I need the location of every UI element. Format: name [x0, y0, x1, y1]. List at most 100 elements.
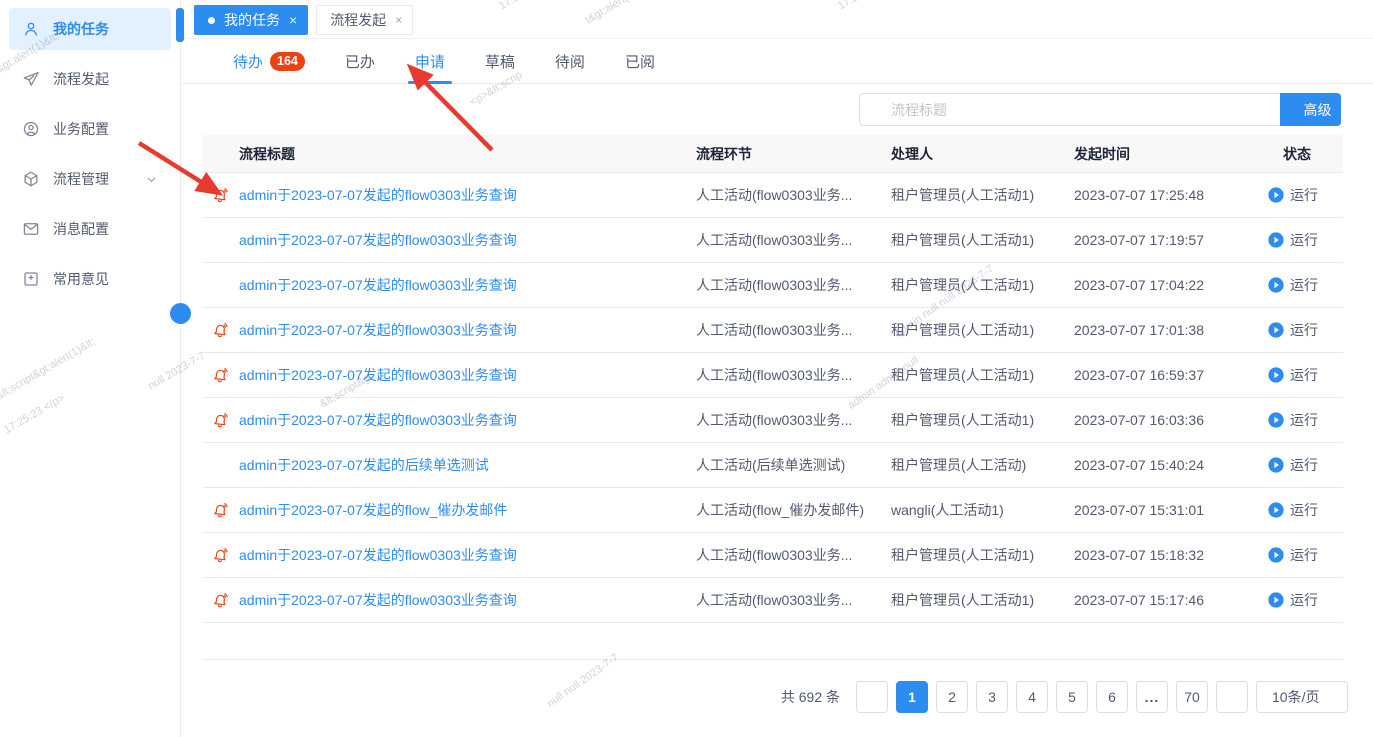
- total-count: 共 692 条: [780, 689, 840, 705]
- page-button[interactable]: 2: [936, 681, 968, 713]
- handler-cell: wangli(人工活动1): [891, 502, 1004, 518]
- badge-count: 164: [270, 51, 305, 71]
- close-icon[interactable]: ×: [395, 14, 402, 26]
- col-header-handler: 处理人: [891, 145, 933, 162]
- page-size-select[interactable]: 10条/页: [1256, 681, 1348, 713]
- chevron-down-icon: [1326, 691, 1338, 703]
- window-tab[interactable]: 我的任务 ×: [194, 5, 309, 35]
- status-label: 运行: [1290, 502, 1318, 518]
- process-title-link[interactable]: admin于2023-07-07发起的flow_催办发邮件: [239, 500, 696, 520]
- table-row: admin于2023-07-07发起的flow0303业务查询 人工活动(flow…: [203, 308, 1343, 353]
- tab-待阅[interactable]: 待阅: [535, 39, 605, 83]
- start-time-cell: 2023-07-07 15:40:24: [1074, 457, 1204, 473]
- ellipsis-button[interactable]: ...: [1136, 681, 1168, 713]
- start-time-cell: 2023-07-07 15:31:01: [1074, 502, 1204, 518]
- status-cell: 运行: [1264, 185, 1343, 205]
- page-button[interactable]: 3: [976, 681, 1008, 713]
- sidebar-collapse-button[interactable]: [170, 303, 191, 324]
- table-footer-divider: [203, 623, 1343, 660]
- chevron-right-icon: [1225, 690, 1239, 704]
- process-title-link[interactable]: admin于2023-07-07发起的flow0303业务查询: [239, 275, 696, 295]
- sidebar-item-label: 流程管理: [53, 171, 109, 187]
- status-cell: 运行: [1264, 410, 1343, 430]
- process-title-link[interactable]: admin于2023-07-07发起的后续单选测试: [239, 455, 696, 475]
- task-table: 流程标题 流程环节 处理人 发起时间 状态 admin于2023-07-07发起…: [203, 135, 1343, 660]
- process-title-link[interactable]: admin于2023-07-07发起的flow0303业务查询: [239, 365, 696, 385]
- window-tab[interactable]: 流程发起 ×: [316, 5, 414, 35]
- sidebar-item-常用意见[interactable]: 常用意见: [9, 258, 171, 300]
- page-button[interactable]: 5: [1056, 681, 1088, 713]
- search-input[interactable]: [891, 101, 1271, 118]
- status-label: 运行: [1290, 232, 1318, 248]
- status-label: 运行: [1290, 322, 1318, 338]
- sidebar-item-流程管理[interactable]: 流程管理: [9, 158, 171, 200]
- close-icon[interactable]: ×: [289, 13, 297, 27]
- sidebar-item-流程发起[interactable]: 流程发起: [9, 58, 171, 100]
- status-label: 运行: [1290, 277, 1318, 293]
- sidebar-item-label: 我的任务: [53, 21, 109, 37]
- page-button[interactable]: 1: [896, 681, 928, 713]
- page-button[interactable]: 4: [1016, 681, 1048, 713]
- send-icon: [22, 70, 40, 88]
- next-page-button[interactable]: [1216, 681, 1248, 713]
- process-title-link[interactable]: admin于2023-07-07发起的flow0303业务查询: [239, 590, 696, 610]
- table-row: admin于2023-07-07发起的flow0303业务查询 人工活动(flow…: [203, 173, 1343, 218]
- bell-icon: [211, 410, 231, 430]
- subtab-bar: 待办 164 已办 申请 草稿 待阅 已阅: [181, 39, 1373, 84]
- process-step-cell: 人工活动(flow0303业务...: [696, 367, 853, 383]
- handler-cell: 租户管理员(人工活动1): [891, 187, 1035, 203]
- tab-草稿[interactable]: 草稿: [465, 39, 535, 83]
- process-title-link[interactable]: admin于2023-07-07发起的flow0303业务查询: [239, 185, 696, 205]
- sidebar-item-业务配置[interactable]: 业务配置: [9, 108, 171, 150]
- play-circle-icon: [1268, 322, 1284, 338]
- status-cell: 运行: [1264, 455, 1343, 475]
- bell-cell: [203, 366, 239, 384]
- sidebar-item-我的任务[interactable]: 我的任务: [9, 8, 171, 50]
- sidebar-item-label: 业务配置: [53, 121, 109, 137]
- page-button[interactable]: 70: [1176, 681, 1208, 713]
- process-title-link[interactable]: admin于2023-07-07发起的flow0303业务查询: [239, 320, 696, 340]
- pagination: 共 692 条 1 2 3 4 5 6... 70 10条/页: [181, 681, 1373, 713]
- bell-cell: [203, 411, 239, 429]
- table-header: 流程标题 流程环节 处理人 发起时间 状态: [203, 135, 1343, 173]
- table-row: admin于2023-07-07发起的flow0303业务查询 人工活动(flow…: [203, 263, 1343, 308]
- page-button[interactable]: 6: [1096, 681, 1128, 713]
- chevron-left-icon: [175, 308, 187, 320]
- start-time-cell: 2023-07-07 17:01:38: [1074, 322, 1204, 338]
- advanced-label: 高级: [1303, 101, 1332, 118]
- tab-已阅[interactable]: 已阅: [605, 39, 675, 83]
- play-circle-icon: [1268, 457, 1284, 473]
- status-cell: 运行: [1264, 320, 1343, 340]
- start-time-cell: 2023-07-07 17:04:22: [1074, 277, 1204, 293]
- play-circle-icon: [1268, 412, 1284, 428]
- sidebar-item-label: 消息配置: [53, 221, 109, 237]
- bell-cell: [203, 321, 239, 339]
- status-cell: 运行: [1264, 230, 1343, 250]
- subtab-label: 待阅: [554, 53, 585, 71]
- window-tab-label: 我的任务: [224, 12, 280, 28]
- process-step-cell: 人工活动(flow0303业务...: [696, 412, 853, 428]
- search-row: 高级: [181, 84, 1373, 135]
- tab-待办[interactable]: 待办 164: [213, 39, 325, 83]
- tab-申请[interactable]: 申请: [395, 39, 465, 84]
- prev-page-button[interactable]: [856, 681, 888, 713]
- status-cell: 运行: [1264, 500, 1343, 520]
- cube-icon: [22, 170, 40, 188]
- sidebar-item-label: 流程发起: [53, 71, 109, 87]
- bell-icon: [211, 500, 231, 520]
- process-title-link[interactable]: admin于2023-07-07发起的flow0303业务查询: [239, 545, 696, 565]
- subtab-label: 草稿: [484, 53, 515, 71]
- tab-已办[interactable]: 已办: [325, 39, 395, 83]
- start-time-cell: 2023-07-07 16:59:37: [1074, 367, 1204, 383]
- tab-scroll-indicator: [176, 8, 184, 42]
- play-circle-icon: [1268, 547, 1284, 563]
- status-cell: 运行: [1264, 275, 1343, 295]
- bell-cell: [203, 501, 239, 519]
- table-row: admin于2023-07-07发起的后续单选测试 人工活动(后续单选测试) 租户管…: [203, 443, 1343, 488]
- sidebar-item-消息配置[interactable]: 消息配置: [9, 208, 171, 250]
- subtab-label: 已办: [344, 53, 375, 71]
- process-title-link[interactable]: admin于2023-07-07发起的flow0303业务查询: [239, 230, 696, 250]
- handler-cell: 租户管理员(人工活动1): [891, 592, 1035, 608]
- process-title-link[interactable]: admin于2023-07-07发起的flow0303业务查询: [239, 410, 696, 430]
- advanced-search-button[interactable]: 高级: [1280, 93, 1341, 126]
